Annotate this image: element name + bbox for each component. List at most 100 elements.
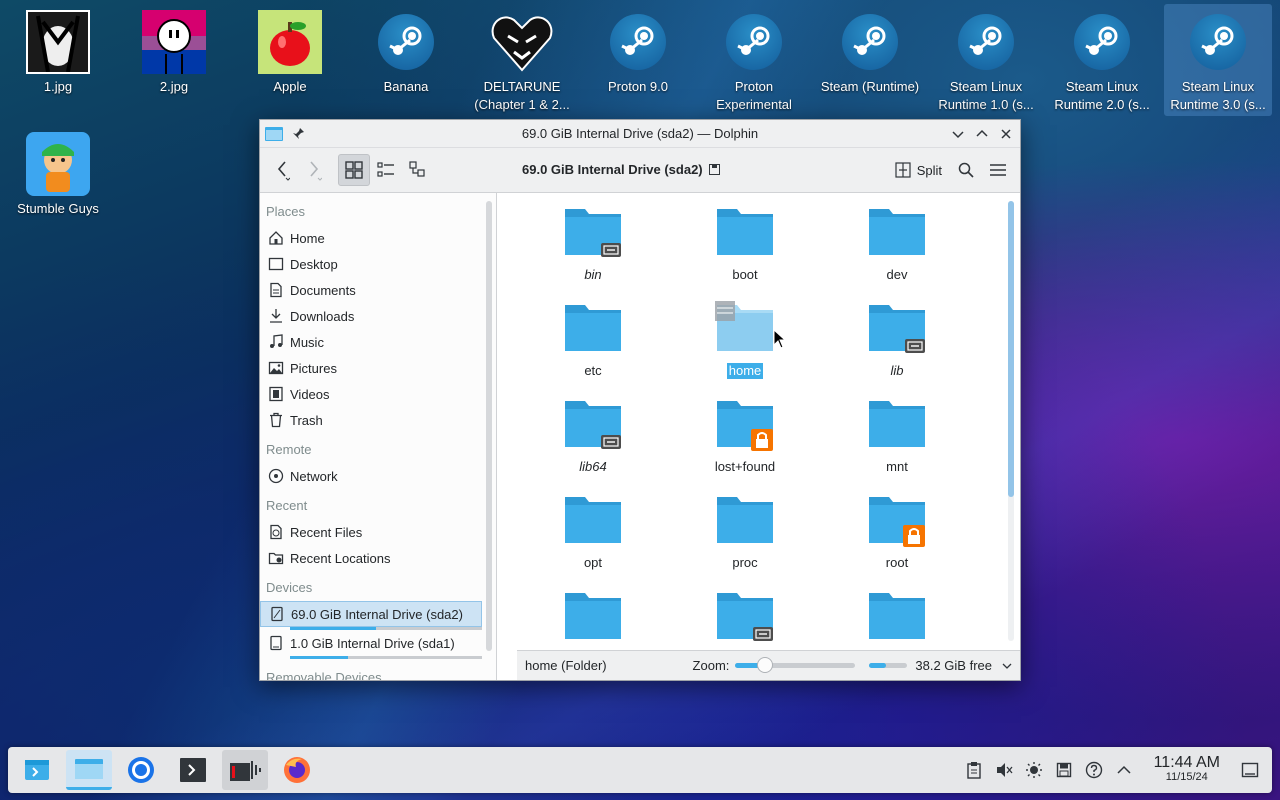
folder-icon — [869, 209, 925, 255]
zoom-slider-handle[interactable] — [757, 657, 774, 673]
system-tray: 11:44 AM 11/15/24 — [964, 755, 1266, 785]
desktop-icon-apple[interactable]: Apple — [236, 4, 344, 96]
desktop-icon-proton-9[interactable]: Proton 9.0 — [584, 4, 692, 96]
desktop-icon-steam-linux-runtime-3[interactable]: Steam Linux Runtime 3.0 (s... — [1164, 4, 1272, 116]
folder-item[interactable]: bin — [517, 205, 669, 301]
toolbar: 69.0 GiB Internal Drive (sda2) Split — [260, 148, 1020, 193]
pin-icon[interactable] — [286, 122, 310, 146]
taskbar-chrome[interactable] — [118, 750, 164, 790]
sidebar-item-drive-sda1[interactable]: 1.0 GiB Internal Drive (sda1) — [260, 630, 482, 656]
folder-item[interactable]: etc — [517, 301, 669, 397]
folder-icon — [869, 305, 925, 353]
taskbar-firefox[interactable] — [274, 750, 320, 790]
hamburger-menu-icon — [990, 164, 1006, 176]
content-scrollbar-handle[interactable] — [1008, 201, 1014, 497]
sidebar-item-home[interactable]: Home — [260, 225, 482, 251]
taskbar-audio-app[interactable] — [222, 750, 268, 790]
show-desktop-icon[interactable] — [1240, 760, 1260, 780]
videos-icon — [268, 386, 284, 402]
location-label[interactable]: 69.0 GiB Internal Drive (sda2) — [522, 162, 721, 178]
brightness-icon[interactable] — [1024, 760, 1044, 780]
volume-muted-icon[interactable] — [994, 760, 1014, 780]
taskbar-konsole[interactable] — [170, 750, 216, 790]
zoom-label: Zoom: — [692, 658, 730, 673]
maximize-button[interactable] — [970, 122, 994, 146]
close-button[interactable] — [994, 122, 1018, 146]
sidebar-item-recent-files[interactable]: Recent Files — [260, 519, 482, 545]
sidebar-scrollbar[interactable] — [486, 201, 492, 651]
disk-icon[interactable] — [1054, 760, 1074, 780]
launcher-icon — [25, 760, 49, 780]
sidebar-item-documents[interactable]: Documents — [260, 277, 482, 303]
split-button[interactable]: Split — [887, 155, 950, 185]
folder-item[interactable]: root — [821, 493, 973, 589]
sidebar-item-downloads[interactable]: Downloads — [260, 303, 482, 329]
stumble-guys-icon — [26, 132, 90, 196]
clipboard-icon[interactable] — [964, 760, 984, 780]
desktop-icon-2jpg[interactable]: 2.jpg — [120, 4, 228, 96]
file-view[interactable]: bin boot dev etc home lib lib64 lost+found mnt op… — [497, 193, 1020, 680]
file-name: boot — [732, 267, 758, 282]
save-icon — [709, 163, 721, 178]
app-launcher-button[interactable] — [14, 750, 60, 790]
forward-button[interactable] — [298, 154, 330, 186]
sidebar-item-network[interactable]: Network — [260, 463, 482, 489]
section-removable-devices: Removable Devices — [266, 670, 382, 680]
sidebar-item-music[interactable]: Music — [260, 329, 482, 355]
folder-item[interactable]: home — [669, 301, 821, 397]
sidebar-item-drive-sda2[interactable]: 69.0 GiB Internal Drive (sda2) — [260, 601, 482, 627]
free-space-label[interactable]: 38.2 GiB free — [915, 658, 992, 673]
symlink-badge — [601, 243, 621, 257]
titlebar[interactable]: 69.0 GiB Internal Drive (sda2) — Dolphin — [260, 120, 1020, 148]
desktop-icon-steam-linux-runtime-1[interactable]: Steam Linux Runtime 1.0 (s... — [932, 4, 1040, 114]
folder-item[interactable]: lib — [821, 301, 973, 397]
clock[interactable]: 11:44 AM 11/15/24 — [1154, 755, 1220, 785]
desktop-icon-stumble-guys[interactable]: Stumble Guys — [4, 126, 112, 218]
taskbar: 11:44 AM 11/15/24 — [8, 747, 1272, 793]
sidebar-item-desktop[interactable]: Desktop — [260, 251, 482, 277]
desktop-icon-steam-runtime[interactable]: Steam (Runtime) — [816, 4, 924, 96]
dolphin-app-icon[interactable] — [262, 122, 286, 146]
free-space-bar[interactable] — [869, 663, 908, 668]
help-icon[interactable] — [1084, 760, 1104, 780]
back-button[interactable] — [266, 154, 298, 186]
taskbar-dolphin[interactable] — [66, 750, 112, 790]
folder-icon — [565, 497, 621, 543]
search-button[interactable] — [950, 154, 982, 186]
icons-view-button[interactable] — [338, 154, 370, 186]
details-view-button[interactable] — [402, 154, 434, 186]
symlink-badge — [601, 435, 621, 449]
folder-item[interactable]: dev — [821, 205, 973, 301]
menu-button[interactable] — [982, 154, 1014, 186]
minimize-button[interactable] — [946, 122, 970, 146]
chevron-up-icon[interactable] — [1114, 760, 1134, 780]
desktop-icon-steam-linux-runtime-2[interactable]: Steam Linux Runtime 2.0 (s... — [1048, 4, 1156, 114]
drive-usage-bar-sda1 — [290, 656, 482, 659]
desktop-icon-deltarune[interactable]: DELTARUNE (Chapter 1 & 2... — [468, 4, 576, 114]
folder-icon — [715, 301, 773, 351]
file-name: lib64 — [579, 459, 607, 474]
desktop-icon-banana[interactable]: Banana — [352, 4, 460, 96]
folder-item[interactable]: lib64 — [517, 397, 669, 493]
folder-item[interactable]: mnt — [821, 397, 973, 493]
folder-item[interactable]: lost+found — [669, 397, 821, 493]
chrome-icon — [128, 757, 154, 783]
chevron-down-icon[interactable] — [1002, 658, 1012, 673]
file-name: home — [726, 363, 764, 379]
folder-item[interactable]: proc — [669, 493, 821, 589]
sidebar-item-pictures[interactable]: Pictures — [260, 355, 482, 381]
download-icon — [268, 308, 284, 324]
sidebar-item-videos[interactable]: Videos — [260, 381, 482, 407]
file-name: lost+found — [714, 459, 776, 474]
compact-view-button[interactable] — [370, 154, 402, 186]
file-name: opt — [583, 555, 603, 570]
sidebar-item-trash[interactable]: Trash — [260, 407, 482, 433]
folder-icon — [565, 401, 621, 449]
sidebar-item-recent-locations[interactable]: Recent Locations — [260, 545, 482, 571]
folder-item[interactable]: opt — [517, 493, 669, 589]
desktop-icon-proton-experimental[interactable]: Proton Experimental — [700, 4, 808, 114]
desktop-icon-1jpg[interactable]: 1.jpg — [4, 4, 112, 96]
zoom-slider[interactable] — [735, 657, 856, 673]
terminal-icon — [180, 758, 206, 782]
folder-item[interactable]: boot — [669, 205, 821, 301]
